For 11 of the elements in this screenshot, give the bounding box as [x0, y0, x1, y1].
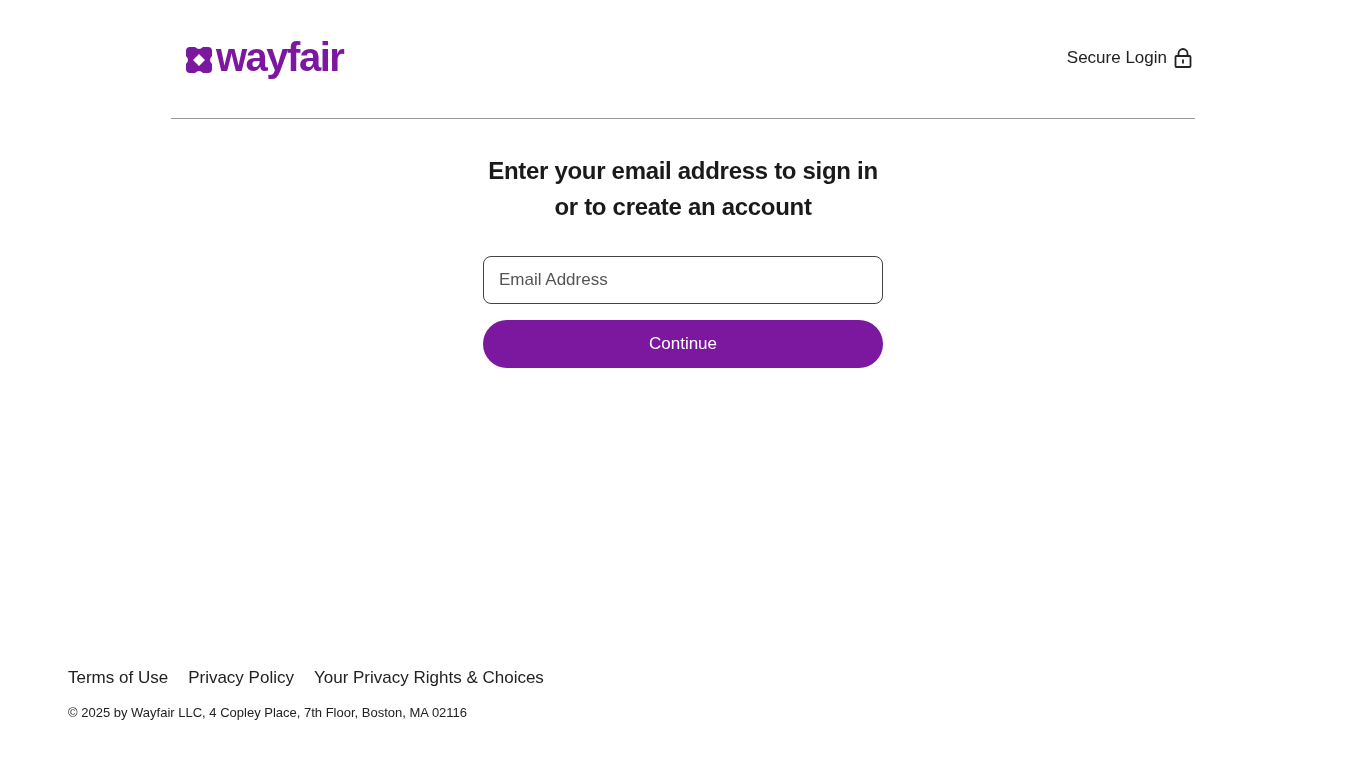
- footer-link[interactable]: Terms of Use: [68, 668, 169, 688]
- pinwheel-logo-icon: [185, 46, 213, 74]
- copyright-text: © 2025 by Wayfair LLC, 4 Copley Place, 7th Floor, Boston, MA 02116: [68, 705, 468, 720]
- logo-link[interactable]: wayfair: [185, 37, 344, 81]
- footer-link[interactable]: Your Privacy Rights & Choices: [313, 668, 544, 688]
- email-input-field[interactable]: Email Address: [483, 256, 883, 304]
- secure-login-label: Secure Login: [1066, 48, 1167, 68]
- sign-in-heading: Enter your email address to sign in or to create an account: [488, 156, 878, 222]
- lock-icon: [1174, 48, 1192, 68]
- continue-button[interactable]: Continue: [483, 320, 883, 368]
- footer-link[interactable]: Privacy Policy: [188, 668, 294, 688]
